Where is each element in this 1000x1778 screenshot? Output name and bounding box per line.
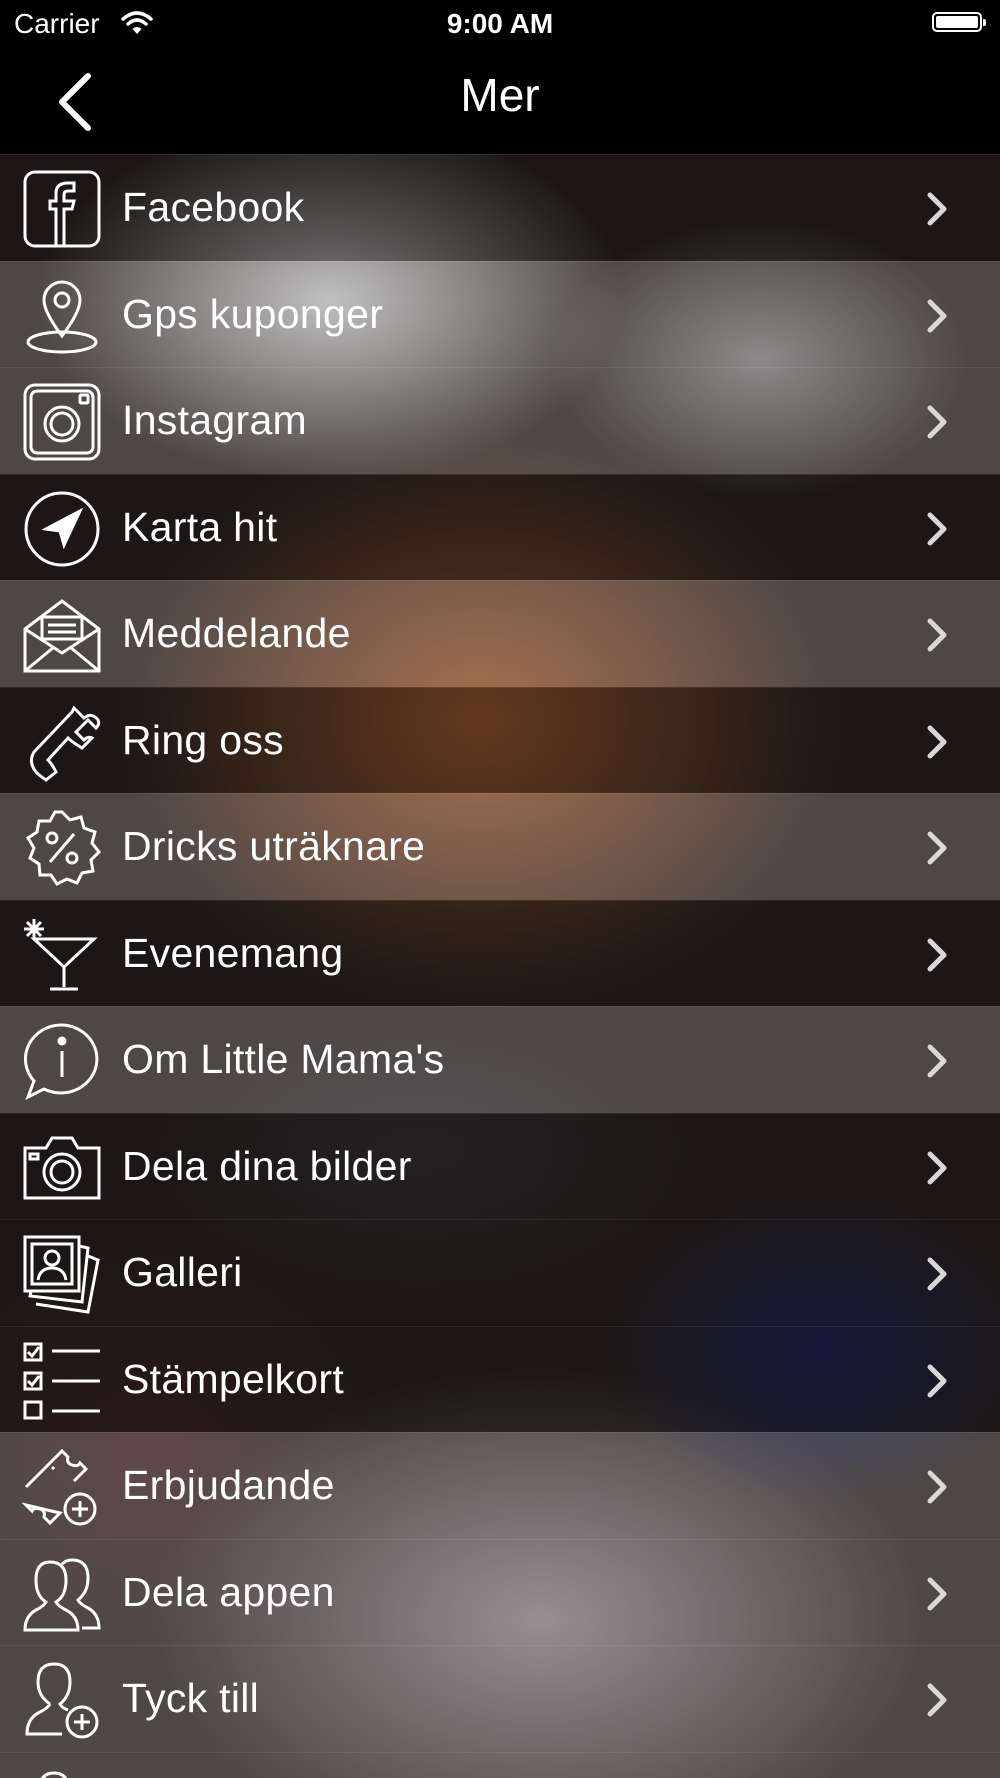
menu-item-tyck-till[interactable]: Tyck till — [0, 1645, 1000, 1752]
menu-item-label: Om Little Mama's — [122, 1036, 445, 1083]
menu-item-label: Erbjudande — [122, 1462, 335, 1509]
menu-item-evenemang[interactable]: Evenemang — [0, 899, 1000, 1006]
menu-item-label: Instagram — [122, 397, 307, 444]
menu-item-label: Gps kuponger — [122, 290, 384, 337]
info-bubble-icon — [22, 1021, 102, 1101]
status-time: 9:00 AM — [446, 8, 554, 39]
chevron-right-icon — [927, 618, 947, 652]
map-pin-icon — [22, 276, 102, 356]
chevron-right-icon — [927, 1151, 947, 1184]
menu-item-dela-appen[interactable]: Dela appen — [0, 1538, 1000, 1645]
menu-item-label: Stämpelkort — [122, 1355, 345, 1402]
menu-item-partial[interactable] — [0, 1751, 1000, 1778]
camera-icon — [22, 1128, 102, 1208]
checklist-icon — [22, 1341, 102, 1421]
menu-item-label: Facebook — [122, 184, 305, 231]
menu-item-karta-hit[interactable]: Karta hit — [0, 473, 1000, 580]
chevron-right-icon — [927, 1683, 947, 1717]
battery-icon — [932, 12, 986, 32]
menu-item-label: Dela dina bilder — [122, 1142, 412, 1189]
chevron-right-icon — [927, 831, 947, 865]
menu-item-dricks-utraknare[interactable]: Dricks uträknare — [0, 793, 1000, 900]
menu-item-om-little-mamas[interactable]: Om Little Mama's — [0, 1006, 1000, 1113]
menu-item-meddelande[interactable]: Meddelande — [0, 580, 1000, 687]
chevron-right-icon — [927, 1470, 947, 1504]
back-button[interactable] — [40, 70, 110, 134]
phone-icon — [22, 702, 102, 782]
menu-item-label: Ring oss — [122, 716, 284, 763]
chevron-left-icon — [59, 73, 91, 131]
menu-item-label: Dricks uträknare — [122, 823, 426, 870]
chevron-right-icon — [927, 1577, 947, 1610]
facebook-icon — [22, 169, 102, 249]
menu-item-dela-dina-bilder[interactable]: Dela dina bilder — [0, 1112, 1000, 1219]
percent-badge-icon — [22, 808, 102, 888]
chevron-right-icon — [927, 192, 947, 226]
menu-item-label: Karta hit — [122, 503, 278, 550]
menu-item-label: Meddelande — [122, 610, 351, 657]
instagram-icon — [22, 382, 102, 462]
menu-item-erbjudande[interactable]: Erbjudande — [0, 1432, 1000, 1539]
page-title: Mer — [460, 69, 540, 121]
chevron-right-icon — [927, 938, 947, 971]
envelope-icon — [22, 595, 102, 675]
menu-item-facebook[interactable]: Facebook — [0, 154, 1000, 261]
ticket-plus-icon — [22, 1447, 102, 1527]
photo-stack-icon — [22, 1234, 102, 1314]
chevron-right-icon — [927, 299, 947, 332]
chevron-right-icon — [927, 1044, 947, 1078]
menu-item-label: Galleri — [122, 1249, 243, 1296]
cocktail-icon — [22, 915, 102, 995]
menu-item-label: Tyck till — [122, 1675, 260, 1722]
menu-item-instagram[interactable]: Instagram — [0, 367, 1000, 474]
users-icon — [22, 1554, 102, 1634]
menu-item-label: Evenemang — [122, 929, 344, 976]
user-icon — [22, 1767, 102, 1778]
chevron-right-icon — [927, 405, 947, 439]
chevron-right-icon — [927, 1257, 947, 1291]
navigation-arrow-icon — [22, 489, 102, 569]
menu-item-label: Dela appen — [122, 1568, 335, 1615]
status-bar: Carrier 9:00 AM — [0, 0, 1000, 50]
chevron-right-icon — [927, 1364, 947, 1397]
chevron-right-icon — [927, 725, 947, 758]
chevron-right-icon — [927, 512, 947, 545]
menu-list: Facebook Gps kuponger Instagram Karta hi… — [0, 154, 1000, 1778]
menu-item-stampelkort[interactable]: Stämpelkort — [0, 1325, 1000, 1432]
user-plus-icon — [22, 1660, 102, 1740]
navigation-bar: Mer — [0, 50, 1000, 154]
menu-item-galleri[interactable]: Galleri — [0, 1219, 1000, 1326]
menu-item-gps-kuponger[interactable]: Gps kuponger — [0, 260, 1000, 367]
menu-item-ring-oss[interactable]: Ring oss — [0, 686, 1000, 793]
